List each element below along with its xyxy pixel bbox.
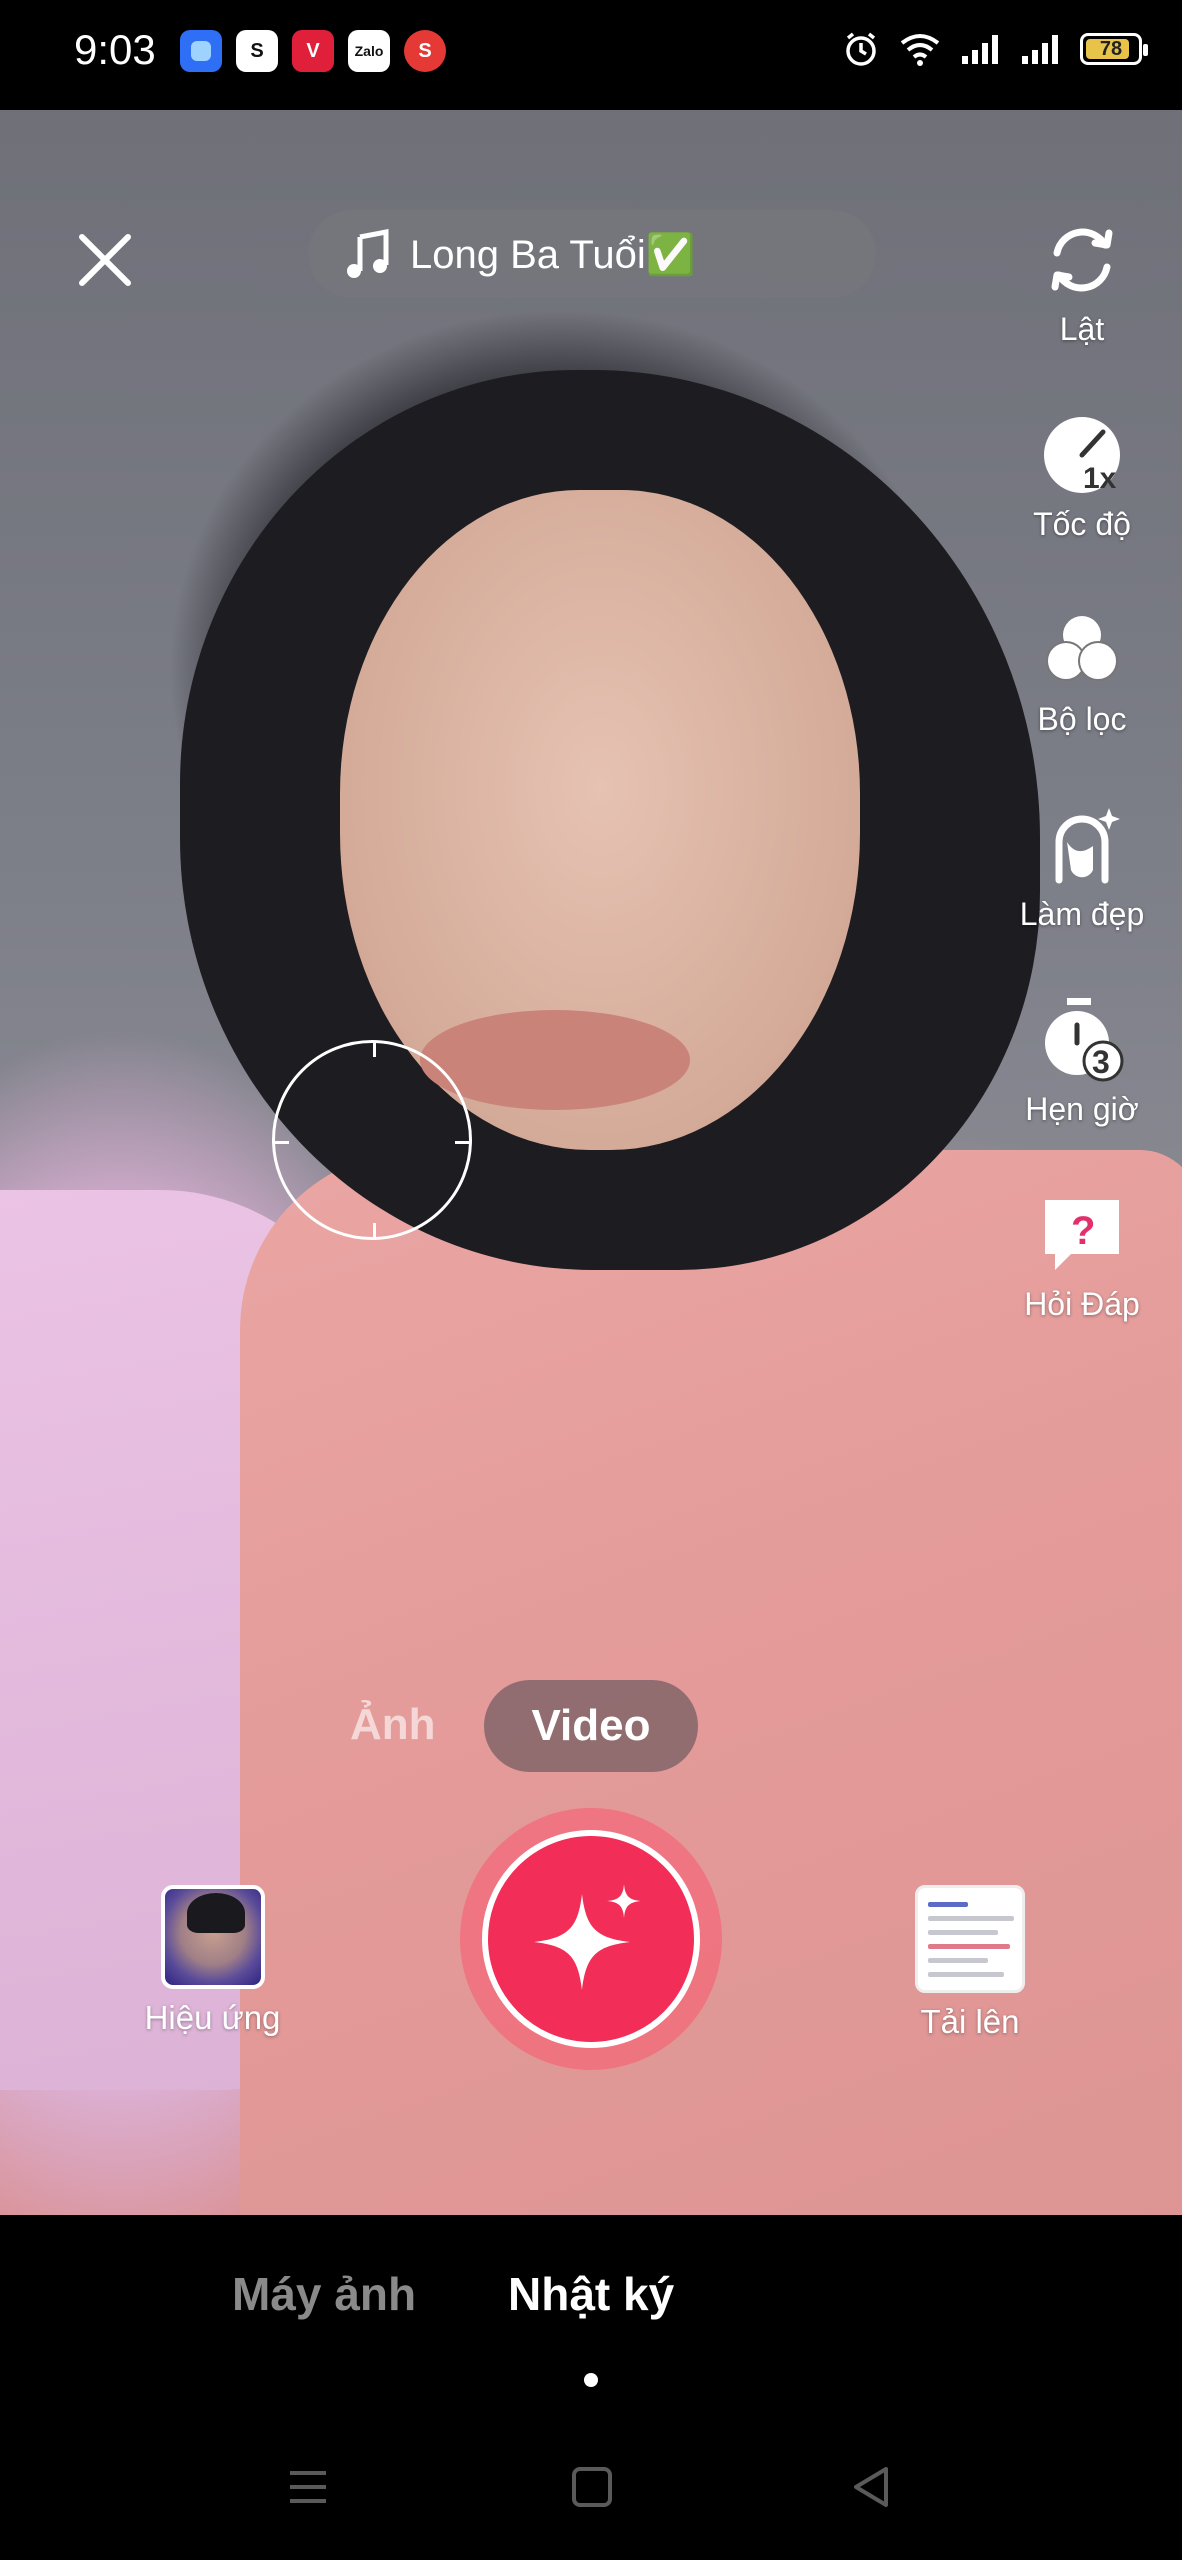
notification-icons: S V Zalo S <box>180 30 446 72</box>
status-bar: 9:03 S V Zalo S 78 <box>0 0 1182 110</box>
close-icon <box>79 234 131 286</box>
status-time: 9:03 <box>74 26 156 73</box>
add-sound-button[interactable]: Long Ba Tuổi✅ <box>308 210 876 298</box>
bottom-tab-bar: Máy ảnh Nhật ký <box>0 2215 1182 2560</box>
s-red-app-icon: S <box>404 30 446 72</box>
qa-button[interactable]: ? Hỏi Đáp <box>982 1190 1182 1323</box>
filters-button[interactable]: Bộ lọc <box>982 605 1182 738</box>
flip-label: Lật <box>1059 311 1105 347</box>
upload-button[interactable]: Tải lên <box>905 1885 1035 2041</box>
svg-text:1x: 1x <box>1083 462 1117 495</box>
sound-title: Long Ba Tuổi✅ <box>410 232 696 277</box>
upload-label: Tải lên <box>920 2003 1020 2040</box>
flip-button[interactable]: Lật <box>982 215 1182 348</box>
filters-icon <box>1046 616 1118 681</box>
beautify-icon <box>1055 808 1120 884</box>
qa-label: Hỏi Đáp <box>1024 1286 1140 1322</box>
speed-label: Tốc độ <box>1033 506 1131 542</box>
timer-label: Hẹn giờ <box>1025 1091 1139 1127</box>
home-icon[interactable] <box>570 2465 614 2509</box>
beautify-button[interactable]: Làm đẹp <box>982 800 1182 933</box>
record-button[interactable] <box>460 1808 722 2070</box>
timer-button[interactable]: 3 Hẹn giờ <box>982 995 1182 1128</box>
system-navigation-bar <box>0 2465 1182 2525</box>
flip-camera-icon <box>1051 228 1113 292</box>
zalo-app-icon: Zalo <box>348 30 390 72</box>
music-note-icon <box>347 229 389 278</box>
mode-video[interactable]: Video <box>484 1680 698 1772</box>
timer-icon: 3 <box>1045 998 1124 1082</box>
upload-thumbnail <box>915 1885 1025 1993</box>
speed-button[interactable]: 1x Tốc độ <box>982 410 1182 543</box>
shopee-app-icon: S <box>236 30 278 72</box>
wifi-icon <box>900 34 940 66</box>
close-button[interactable] <box>70 225 140 295</box>
record-button-inner <box>482 1830 700 2048</box>
capture-mode-selector: Ảnh Video <box>0 1680 1182 1772</box>
effects-thumbnail <box>160 1885 265 1989</box>
focus-indicator <box>272 1040 472 1240</box>
signal-icon-1 <box>962 35 998 64</box>
speed-icon: 1x <box>1044 417 1120 495</box>
v-app-icon: V <box>292 30 334 72</box>
messenger-app-icon <box>180 30 222 72</box>
mode-photo[interactable]: Ảnh <box>350 1700 436 1750</box>
alarm-icon <box>846 32 876 66</box>
effects-label: Hiệu ứng <box>144 1999 281 2036</box>
svg-text:3: 3 <box>1092 1044 1110 1080</box>
recents-icon[interactable] <box>286 2465 330 2509</box>
beautify-label: Làm đẹp <box>1019 896 1145 932</box>
back-icon[interactable] <box>850 2465 894 2509</box>
svg-text:?: ? <box>1071 1209 1095 1253</box>
qa-icon: ? <box>1045 1200 1119 1270</box>
filters-label: Bộ lọc <box>1037 701 1127 737</box>
system-status-icons: 78 <box>842 30 1148 68</box>
battery-level: 78 <box>1099 37 1123 60</box>
tab-camera[interactable]: Máy ảnh <box>232 2267 416 2321</box>
battery-icon: 78 <box>1080 33 1148 65</box>
tab-diary[interactable]: Nhật ký <box>508 2267 674 2321</box>
sparkle-icon <box>534 1884 641 1990</box>
signal-icon-2 <box>1022 35 1058 64</box>
active-tab-indicator <box>584 2373 598 2387</box>
effects-button[interactable]: Hiệu ứng <box>130 1885 295 2037</box>
